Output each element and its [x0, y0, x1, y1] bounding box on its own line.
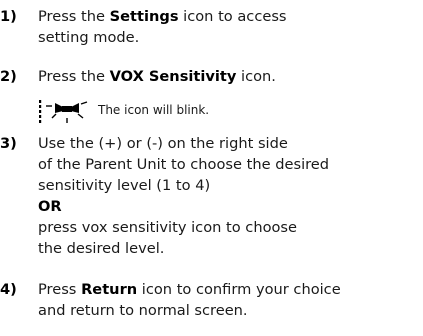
- step-line: press vox sensitivity icon to choose: [38, 219, 298, 236]
- step-text: Press the VOX Sensitivity icon.: [38, 66, 276, 87]
- vox-sensitivity-blink-icon: [39, 100, 88, 123]
- step-number: 2): [0, 68, 17, 85]
- step-number: 3): [0, 135, 17, 152]
- step-text: Press the Settings icon to access settin…: [38, 6, 287, 48]
- return-term: Return: [81, 281, 138, 298]
- step-line: and return to normal screen.: [38, 302, 248, 319]
- step-line: the desired level.: [38, 240, 165, 257]
- step-text: Press Return icon to confirm your choice…: [38, 279, 341, 321]
- instruction-page: 1) Press the Settings icon to access set…: [0, 0, 423, 336]
- step-text: Use the (+) or (-) on the right side of …: [38, 133, 329, 259]
- step-number: 4): [0, 281, 17, 298]
- step-line: Press Return icon to confirm your choice: [38, 281, 341, 298]
- step-line: setting mode.: [38, 29, 140, 46]
- blink-note: The icon will blink.: [38, 98, 258, 124]
- step-line: Use the (+) or (-) on the right side: [38, 135, 288, 152]
- step-line: Press the Settings icon to access: [38, 8, 287, 25]
- step-line: of the Parent Unit to choose the desired: [38, 156, 330, 173]
- vox-sensitivity-term: VOX Sensitivity: [109, 68, 237, 85]
- step-number: 1): [0, 8, 17, 25]
- settings-term: Settings: [109, 8, 179, 25]
- step-line: Press the VOX Sensitivity icon.: [38, 68, 276, 85]
- or-label: OR: [38, 198, 62, 215]
- blink-note-text: The icon will blink.: [98, 103, 210, 117]
- step-line: sensitivity level (1 to 4): [38, 177, 211, 194]
